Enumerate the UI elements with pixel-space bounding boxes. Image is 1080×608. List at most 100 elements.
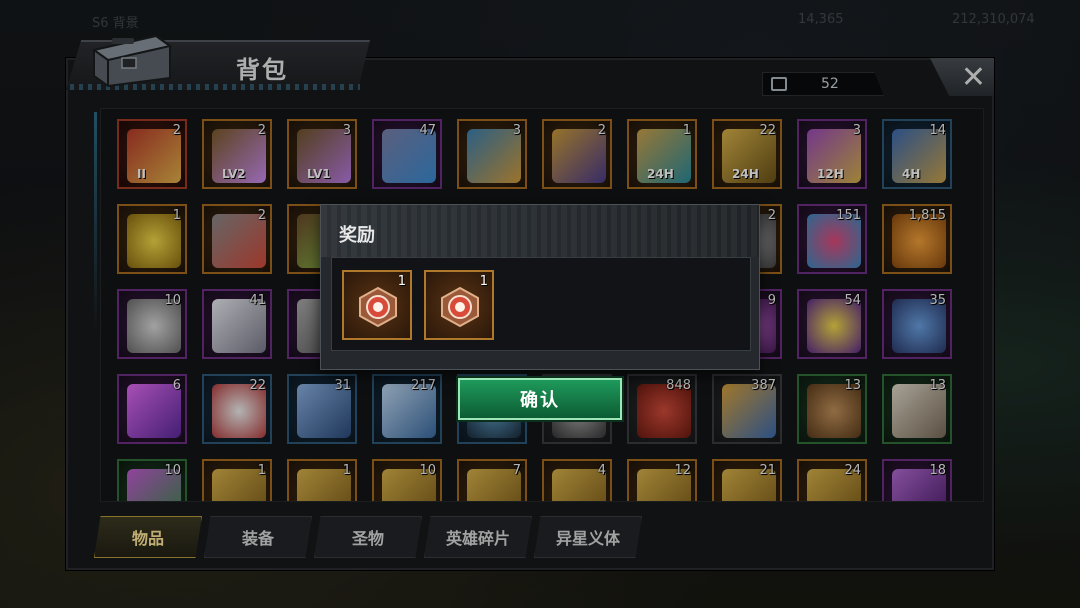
item-count-value: 52 xyxy=(821,76,839,92)
grid-side-accent xyxy=(94,112,97,332)
item-quantity: 1 xyxy=(257,463,266,478)
item-tag-label: 12H xyxy=(817,167,844,181)
inventory-slot[interactable]: 848 xyxy=(627,374,697,444)
inventory-slot[interactable]: 10 xyxy=(117,459,187,501)
inventory-slot[interactable]: 151 xyxy=(797,204,867,274)
bag-title: 背包 xyxy=(236,56,288,84)
reward-quantity: 1 xyxy=(479,274,488,289)
inventory-slot[interactable]: 24 xyxy=(797,459,867,501)
inventory-slot[interactable]: 1,815 xyxy=(882,204,952,274)
inventory-slot[interactable]: LV2 2 xyxy=(202,119,272,189)
item-count-box: 52 xyxy=(762,72,884,96)
item-tag-label: LV1 xyxy=(307,167,331,181)
item-quantity: 10 xyxy=(419,463,436,478)
item-quantity: 3 xyxy=(512,123,521,138)
reward-dialog-title: 奖励 xyxy=(339,225,375,246)
inventory-slot[interactable]: LV1 3 xyxy=(287,119,357,189)
inventory-slot[interactable]: 4 xyxy=(542,459,612,501)
item-quantity: 6 xyxy=(172,378,181,393)
reward-token-icon xyxy=(359,286,397,328)
item-tag-label: LV2 xyxy=(222,167,246,181)
tab-3[interactable]: 英雄碎片 xyxy=(424,516,532,558)
item-quantity: 2 xyxy=(172,123,181,138)
inventory-slot[interactable]: 1 xyxy=(202,459,272,501)
inventory-slot[interactable]: 31 xyxy=(287,374,357,444)
item-quantity: 18 xyxy=(929,463,946,478)
item-quantity: 35 xyxy=(929,293,946,308)
item-quantity: 2 xyxy=(597,123,606,138)
background-hud-gold: 212,310,074 xyxy=(952,12,1035,27)
inventory-slot[interactable]: 1 xyxy=(287,459,357,501)
item-quantity: 2 xyxy=(257,123,266,138)
item-quantity: 24 xyxy=(844,463,861,478)
inventory-slot[interactable]: 10 xyxy=(372,459,442,501)
item-tag-label: II xyxy=(137,167,146,181)
reward-slot[interactable]: 1 xyxy=(342,270,412,340)
tab-4[interactable]: 异星义体 xyxy=(534,516,642,558)
item-quantity: 2 xyxy=(767,208,776,223)
reward-dialog-header xyxy=(321,205,759,257)
inventory-slot[interactable]: 47 xyxy=(372,119,442,189)
item-quantity: 21 xyxy=(759,463,776,478)
tab-2[interactable]: 圣物 xyxy=(314,516,422,558)
inventory-slot[interactable]: 13 xyxy=(797,374,867,444)
inventory-slot[interactable]: 54 xyxy=(797,289,867,359)
inventory-slot[interactable]: 6 xyxy=(117,374,187,444)
inventory-slot[interactable]: 13 xyxy=(882,374,952,444)
item-quantity: 387 xyxy=(751,378,776,393)
confirm-button[interactable]: 确认 xyxy=(458,378,622,420)
item-tag-label: 24H xyxy=(647,167,674,181)
inventory-slot[interactable]: 1 xyxy=(117,204,187,274)
inventory-slot[interactable]: 10 xyxy=(117,289,187,359)
item-quantity: 12 xyxy=(674,463,691,478)
inventory-slot[interactable]: 387 xyxy=(712,374,782,444)
tab-1[interactable]: 装备 xyxy=(204,516,312,558)
inventory-slot[interactable]: 217 xyxy=(372,374,442,444)
inventory-slot[interactable]: 3 xyxy=(457,119,527,189)
item-quantity: 10 xyxy=(164,293,181,308)
reward-dialog: 奖励 1 1 xyxy=(320,204,760,370)
item-quantity: 47 xyxy=(419,123,436,138)
item-quantity: 151 xyxy=(836,208,861,223)
item-quantity: 14 xyxy=(929,123,946,138)
item-quantity: 1,815 xyxy=(908,208,946,223)
background-hud-power: 14,365 xyxy=(798,12,844,27)
item-quantity: 3 xyxy=(852,123,861,138)
item-quantity: 3 xyxy=(342,123,351,138)
inventory-slot[interactable]: 7 xyxy=(457,459,527,501)
item-quantity: 217 xyxy=(411,378,436,393)
inventory-slot[interactable]: 18 xyxy=(882,459,952,501)
item-tag-label: 24H xyxy=(732,167,759,181)
bag-capacity-icon xyxy=(771,77,787,91)
inventory-slot[interactable]: 41 xyxy=(202,289,272,359)
item-quantity: 22 xyxy=(759,123,776,138)
inventory-slot[interactable]: 2 xyxy=(542,119,612,189)
item-quantity: 1 xyxy=(342,463,351,478)
reward-quantity: 1 xyxy=(397,274,406,289)
inventory-tabs: 物品 装备 圣物 英雄碎片 异星义体 xyxy=(94,516,644,558)
inventory-slot[interactable]: 35 xyxy=(882,289,952,359)
reward-items-area: 1 1 xyxy=(331,257,751,351)
item-quantity: 2 xyxy=(257,208,266,223)
inventory-slot[interactable]: 12H 3 xyxy=(797,119,867,189)
inventory-slot[interactable]: 21 xyxy=(712,459,782,501)
inventory-slot[interactable]: II 2 xyxy=(117,119,187,189)
inventory-slot[interactable]: 2 xyxy=(202,204,272,274)
item-quantity: 41 xyxy=(249,293,266,308)
tab-0[interactable]: 物品 xyxy=(94,516,202,558)
inventory-slot[interactable]: 12 xyxy=(627,459,697,501)
item-quantity: 54 xyxy=(844,293,861,308)
item-quantity: 13 xyxy=(929,378,946,393)
close-icon: ✕ xyxy=(960,59,986,95)
item-quantity: 1 xyxy=(172,208,181,223)
item-quantity: 13 xyxy=(844,378,861,393)
inventory-slot[interactable]: 4H 14 xyxy=(882,119,952,189)
item-quantity: 22 xyxy=(249,378,266,393)
inventory-slot[interactable]: 24H 22 xyxy=(712,119,782,189)
inventory-slot[interactable]: 24H 1 xyxy=(627,119,697,189)
item-quantity: 9 xyxy=(767,293,776,308)
item-tag-label: 4H xyxy=(902,167,921,181)
item-quantity: 7 xyxy=(512,463,521,478)
inventory-slot[interactable]: 22 xyxy=(202,374,272,444)
reward-slot[interactable]: 1 xyxy=(424,270,494,340)
